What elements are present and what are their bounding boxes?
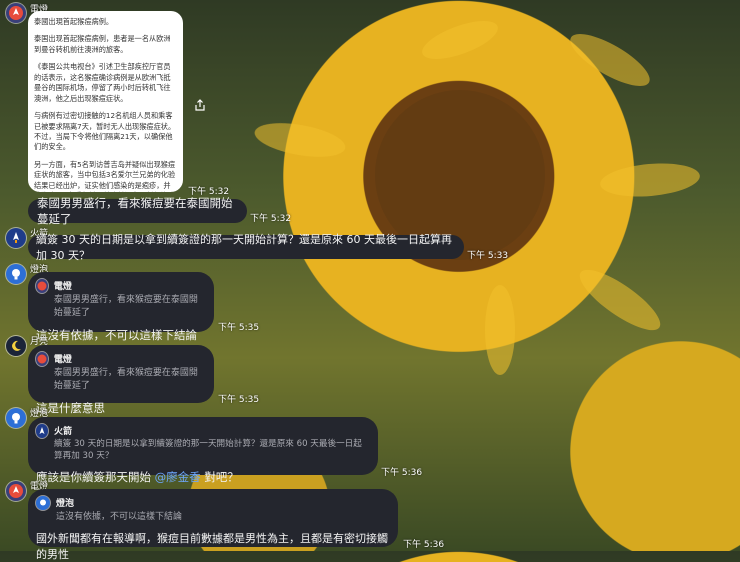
avatar-m3[interactable] xyxy=(6,228,26,248)
reply-quote[interactable]: 電燈 泰國男男盛行，看來猴痘要在泰國開始蔓延了 xyxy=(36,352,206,391)
avatar xyxy=(36,352,48,366)
message-text: 國外新聞都有在報導啊，猴痘目前數據都是男性為主，且都是有密切接觸的男性 xyxy=(36,532,388,561)
news-line: 另一方面，有5名到访普吉岛并疑似出现猴痘症状的旅客，当中包括3名爱尔兰兄弟的化验… xyxy=(34,159,176,192)
message-bubble[interactable]: 燈泡 這沒有依據，不可以這樣下結論 國外新聞都有在報導啊，猴痘目前數據都是男性為… xyxy=(28,489,398,561)
message-text-part: 對吧？ xyxy=(204,470,239,484)
avatar xyxy=(36,424,49,438)
message-text: 泰國男男盛行，看來猴痘要在泰國開始蔓延了 xyxy=(37,196,233,226)
share-icon xyxy=(195,99,205,111)
avatar-m7[interactable] xyxy=(6,481,26,501)
message-text: 這沒有依據，不可以這樣下結論 xyxy=(36,328,197,342)
avatar-m4[interactable] xyxy=(6,264,26,284)
lightbulb-icon xyxy=(12,269,20,280)
news-line: 与病例有过密切接触的12名机组人员和乘客已被要求隔离7天，暂时无人出现猴痘症状。… xyxy=(34,111,176,152)
avatar-m6[interactable] xyxy=(6,408,26,428)
moon-icon xyxy=(12,340,21,351)
reply-text: 泰國男男盛行，看來猴痘要在泰國開始蔓延了 xyxy=(53,295,198,318)
message-text-part: 應該是你續簽那天開始 xyxy=(36,470,151,484)
message-bubble[interactable]: 續簽 30 天的日期是以拿到續簽證的那一天開始計算？還是原來 60 天最後一日起… xyxy=(28,233,464,262)
message-bubble[interactable]: 電燈 泰國男男盛行，看來猴痘要在泰國開始蔓延了 這是什麼意思 xyxy=(28,345,214,415)
avatar xyxy=(6,264,26,284)
reply-quote[interactable]: 火箭 續簽 30 天的日期是以拿到續簽證的那一天開始計算？還是原來 60 天最後… xyxy=(36,424,370,461)
reply-text: 這沒有依據，不可以這樣下結論 xyxy=(56,512,183,522)
reply-sender: 電燈 xyxy=(53,282,72,292)
message-time: 下午 5:33 xyxy=(467,251,509,261)
rocket-icon xyxy=(37,354,47,364)
rocket-icon xyxy=(37,281,47,291)
reply-text: 續簽 30 天的日期是以拿到續簽證的那一天開始計算？還是原來 60 天最後一日起… xyxy=(54,439,362,461)
share-button[interactable] xyxy=(194,96,206,115)
reply-sender: 電燈 xyxy=(53,355,72,365)
message-text: 這是什麼意思 xyxy=(36,401,105,415)
reply-sender: 燈泡 xyxy=(56,499,75,509)
lightbulb-icon xyxy=(40,499,46,506)
reply-quote[interactable]: 電燈 泰國男男盛行，看來猴痘要在泰國開始蔓延了 xyxy=(36,279,206,318)
avatar xyxy=(36,496,50,510)
avatar xyxy=(6,228,26,248)
reply-sender: 火箭 xyxy=(54,427,73,437)
avatar-m5[interactable] xyxy=(6,336,26,356)
message-text: 續簽 30 天的日期是以拿到續簽證的那一天開始計算？還是原來 60 天最後一日起… xyxy=(36,233,452,262)
message-bubble-news[interactable]: 泰國出現首起猴痘病例。 泰国出现首起猴痘病例，患者是一名从欧洲到曼谷转机前往澳洲… xyxy=(28,11,183,192)
news-line: 《泰国公共电视台》引述卫生部疾控厅官员的话表示，这名猴痘确诊病例是从欧洲飞抵曼谷… xyxy=(34,62,171,103)
user-mention[interactable]: @廖金香 xyxy=(155,470,201,484)
message-bubble[interactable]: 泰國男男盛行，看來猴痘要在泰國開始蔓延了 xyxy=(28,196,247,226)
news-line: 泰國出現首起猴痘病例。 xyxy=(34,17,114,26)
avatar xyxy=(6,3,26,23)
reply-quote[interactable]: 燈泡 這沒有依據，不可以這樣下結論 xyxy=(36,496,390,522)
message-bubble[interactable]: 火箭 續簽 30 天的日期是以拿到續簽證的那一天開始計算？還是原來 60 天最後… xyxy=(28,417,378,484)
lightbulb-icon xyxy=(12,413,20,424)
avatar xyxy=(6,336,26,356)
message-bubble[interactable]: 電燈 泰國男男盛行，看來猴痘要在泰國開始蔓延了 這沒有依據，不可以這樣下結論 xyxy=(28,272,214,342)
message-text: 應該是你續簽那天開始 @廖金香 對吧？ xyxy=(36,469,370,485)
message-time: 下午 5:36 xyxy=(403,540,445,550)
message-time: 下午 5:35 xyxy=(218,395,260,405)
rocket-icon xyxy=(9,484,23,498)
message-time: 下午 5:32 xyxy=(250,214,292,224)
avatar xyxy=(6,481,26,501)
reply-text: 泰國男男盛行，看來猴痘要在泰國開始蔓延了 xyxy=(53,368,198,391)
news-line: 泰国出现首起猴痘病例，患者是一名从欧洲到曼谷转机前往澳洲的旅客。 xyxy=(34,34,171,54)
avatar xyxy=(36,279,48,293)
avatar-m1[interactable] xyxy=(6,3,26,23)
rocket-icon xyxy=(13,232,19,243)
rocket-icon xyxy=(39,427,45,434)
avatar xyxy=(6,408,26,428)
message-time: 下午 5:35 xyxy=(218,323,260,333)
message-time: 下午 5:36 xyxy=(381,468,423,478)
rocket-icon xyxy=(9,6,23,20)
